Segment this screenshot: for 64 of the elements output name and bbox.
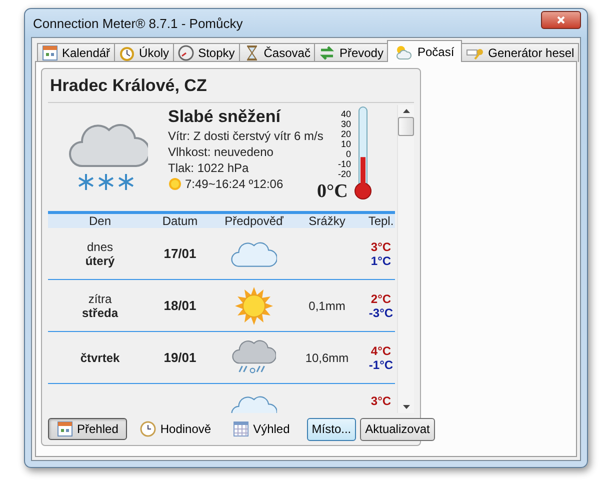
scale-label: 0 [346, 149, 351, 159]
scale-label: -10 [338, 159, 351, 169]
sun-icon [168, 177, 182, 191]
column-header: Předpověď [224, 214, 284, 228]
arrows-icon [319, 45, 336, 61]
column-header: Srážky [308, 214, 346, 228]
weekday: středa [82, 306, 118, 320]
scale-label: 10 [340, 139, 351, 149]
day-label: zítra [88, 292, 112, 306]
high-temperature: 3°C [370, 240, 392, 254]
wind-text: Vítr: Z dosti čerstvý vítr 6 m/s [168, 129, 324, 143]
scale-label: 20 [340, 129, 351, 139]
humidity-text: Vlhkost: neuvedeno [168, 145, 274, 159]
calendar-icon [57, 421, 73, 437]
tab[interactable]: Úkoly [114, 43, 174, 62]
scroll-up-icon[interactable] [402, 109, 410, 113]
high-temperature: 3°C [370, 394, 392, 408]
scale-label: -20 [338, 169, 351, 179]
current-temperature: 0°C [317, 181, 348, 203]
date-cell: 17/01 [164, 246, 196, 261]
sun-icon [234, 286, 274, 326]
precipitation-cell: 10,6mm [305, 350, 349, 364]
scale-label: 40 [340, 109, 351, 119]
tab[interactable]: Počasí [387, 40, 462, 62]
low-temperature: 1°C [370, 254, 392, 268]
column-header: Den [88, 214, 112, 228]
tab[interactable]: Generátor hesel [461, 43, 580, 62]
weekday: úterý [85, 254, 115, 268]
weekday: čtvrtek [80, 350, 120, 364]
precipitation-cell: 0,1mm [308, 298, 346, 312]
close-icon [556, 15, 566, 25]
tab[interactable]: Stopky [173, 43, 240, 62]
high-temperature: 2°C [370, 292, 392, 306]
low-temperature: -1°C [368, 358, 394, 372]
action-button[interactable]: Aktualizovat [360, 418, 435, 440]
scroll-thumb[interactable] [398, 117, 414, 136]
tab[interactable]: Převody [314, 43, 388, 62]
tab[interactable]: Kalendář [37, 43, 116, 62]
window-title: Connection Meter® 8.7.1 - Pomůcky [32, 16, 243, 30]
scroll-down-icon[interactable] [402, 405, 410, 409]
view-button[interactable]: Výhled [224, 418, 299, 440]
scrollbar[interactable] [397, 105, 414, 413]
high-temperature: 4°C [370, 344, 392, 358]
stopwatch-icon [178, 45, 194, 61]
sun-times: 7:49~16:24 º12:06 [185, 177, 284, 191]
date-cell: 18/01 [164, 298, 196, 313]
column-header: Tepl. [367, 214, 395, 228]
scale-label: 30 [340, 119, 351, 129]
view-button[interactable]: Hodinově [131, 418, 220, 440]
close-button[interactable] [541, 11, 581, 29]
date-cell: 19/01 [164, 350, 196, 365]
condition-text: Slabé sněžení [168, 107, 282, 127]
view-button[interactable]: Přehled [48, 418, 128, 440]
action-button[interactable]: Místo... [306, 418, 356, 440]
clock-icon [140, 421, 156, 437]
pressure-text: Tlak: 1022 hPa [168, 161, 250, 175]
location-title: Hradec Králové, CZ [48, 69, 414, 103]
day-label: dnes [86, 240, 114, 254]
column-header: Datum [161, 214, 199, 228]
calendar-grid-icon [233, 421, 250, 437]
tab[interactable]: Časovač [238, 43, 316, 62]
sun-cloud-icon [395, 44, 414, 60]
low-temperature: -3°C [368, 306, 394, 320]
cloud-icon [231, 240, 277, 268]
